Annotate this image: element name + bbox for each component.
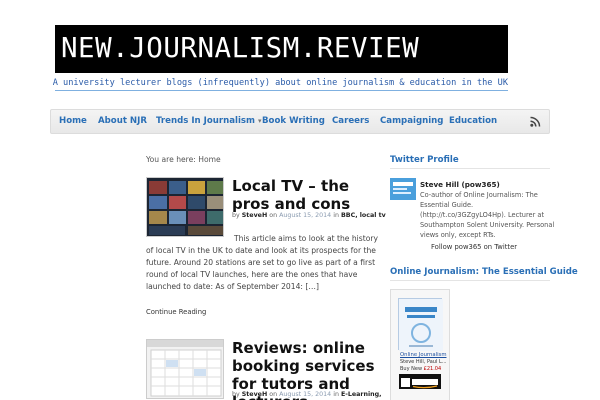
post-author[interactable]: SteveH [242, 391, 267, 398]
meta-by: by [232, 391, 240, 398]
site-banner[interactable]: NEW.JOURNALISM.REVIEW [55, 25, 508, 73]
post-categories[interactable]: BBC, local tv [341, 212, 386, 219]
nav-careers[interactable]: Careers [332, 110, 369, 133]
sidebar-divider [390, 280, 550, 281]
nav-campaigning[interactable]: Campaigning [380, 110, 443, 133]
site-tagline: A university lecturer blogs (infrequentl… [52, 78, 508, 88]
site-title[interactable]: NEW.JOURNALISM.REVIEW [61, 30, 419, 66]
post-thumbnail[interactable] [146, 177, 224, 237]
amazon-book-widget[interactable]: Online Journalism Steve Hill, Paul L... … [390, 289, 450, 400]
book-cover-avatar-icon [390, 178, 416, 200]
post-thumbnail[interactable] [146, 339, 224, 399]
post-author[interactable]: SteveH [242, 212, 267, 219]
post-local-tv: Local TV – the pros and cons by SteveH o… [146, 177, 386, 327]
post-date: August 15, 2014 [279, 391, 332, 398]
post-categories[interactable]: E-Learning, [341, 391, 382, 398]
rss-icon[interactable] [530, 116, 541, 127]
nav-education[interactable]: Education [449, 110, 497, 133]
avatar[interactable] [390, 178, 416, 200]
breadcrumb: You are here: Home [146, 155, 221, 164]
twitter-profile-heading: Twitter Profile [390, 155, 459, 165]
nav-book-writing[interactable]: Book Writing [262, 110, 325, 133]
post-excerpt-text: This article aims to look at the history… [146, 234, 378, 291]
meta-on: on [269, 212, 278, 219]
post-date: August 15, 2014 [279, 212, 332, 219]
continue-reading-link[interactable]: Continue Reading [146, 308, 206, 316]
post-excerpt: This article aims to look at the history… [146, 233, 382, 293]
nav-home[interactable]: Home [59, 110, 87, 133]
twitter-name[interactable]: Steve Hill (pow365) [420, 180, 500, 189]
main-nav: Home About NJR Trends In Journalism ▾ Boo… [50, 109, 550, 134]
post-booking-reviews: Reviews: online booking services for tut… [146, 339, 382, 400]
book-cover-image[interactable] [398, 298, 443, 351]
booking-calendar-image [147, 340, 223, 398]
book-authors: Steve Hill, Paul L... [400, 359, 447, 365]
chevron-down-icon: ▾ [258, 117, 262, 125]
book-cover-icon [399, 299, 443, 351]
nav-trends-label: Trends In Journalism [156, 116, 256, 126]
tagline-divider [55, 90, 508, 91]
breadcrumb-prefix: You are here: [146, 155, 196, 164]
meta-in: in [333, 391, 339, 398]
nav-trends[interactable]: Trends In Journalism ▾ [156, 110, 262, 133]
buy-from-amazon-button[interactable] [399, 374, 441, 389]
meta-on: on [269, 391, 278, 398]
book-title-link[interactable]: Online Journalism [400, 352, 446, 358]
post-title[interactable]: Local TV – the pros and cons [232, 177, 382, 213]
book-widget-heading: Online Journalism: The Essential Guide [390, 267, 578, 277]
book-price-label: Buy New [400, 366, 423, 372]
meta-by: by [232, 212, 240, 219]
meta-in: in [333, 212, 339, 219]
nav-about[interactable]: About NJR [98, 110, 147, 133]
book-price-value: £21.04 [423, 366, 442, 372]
post-meta: by SteveH on August 15, 2014 in E-Learni… [232, 391, 382, 398]
twitter-bio: Co-author of Online Journalism: The Esse… [420, 191, 555, 239]
post-meta: by SteveH on August 15, 2014 in BBC, loc… [232, 212, 386, 219]
book-price: Buy New £21.04 [400, 366, 441, 372]
breadcrumb-home[interactable]: Home [198, 155, 220, 164]
local-tv-image [147, 178, 223, 236]
amazon-logo-icon [399, 376, 441, 389]
sidebar-divider [390, 168, 550, 169]
twitter-follow-link[interactable]: Follow pow365 on Twitter [431, 243, 517, 251]
